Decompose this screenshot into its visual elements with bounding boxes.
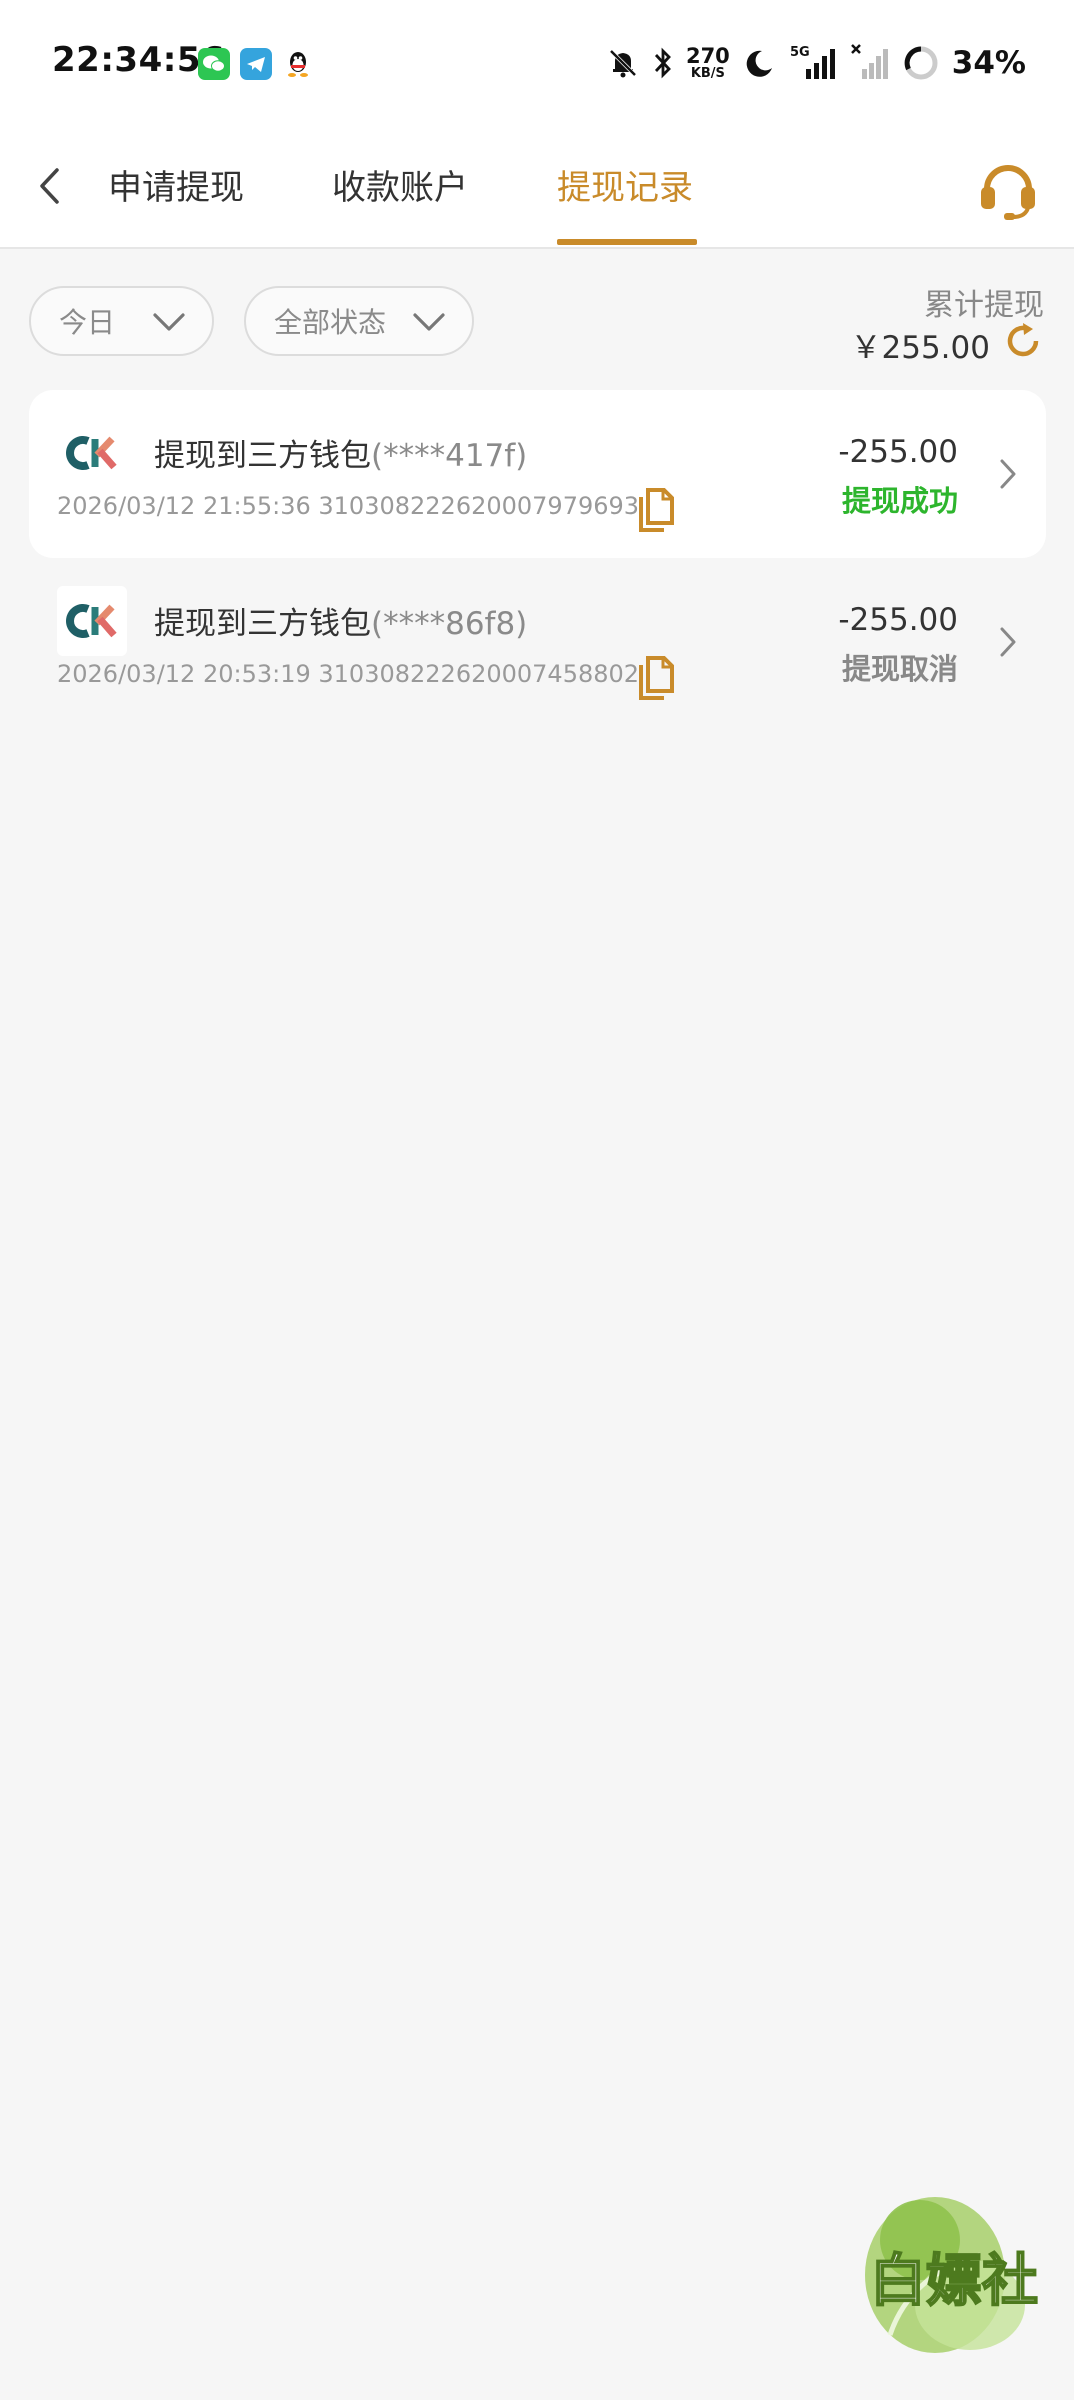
battery-ring-icon — [902, 43, 940, 83]
record-status: 提现成功 — [841, 484, 958, 518]
network-speed-value: 270 — [685, 44, 730, 68]
signal-no-service-icon — [850, 43, 890, 83]
copy-icon — [639, 656, 674, 700]
copy-order-button[interactable] — [635, 486, 677, 534]
withdraw-record-item[interactable]: 提现到三方钱包(****86f8) 2026/03/12 20:53:19 31… — [29, 558, 1046, 726]
chevron-left-icon — [40, 168, 59, 204]
record-title: 提现到三方钱包(****86f8) — [154, 598, 527, 643]
status-filter-dropdown[interactable]: 全部状态 — [244, 286, 474, 356]
status-filter-value: 全部状态 — [274, 306, 387, 339]
wallet-logo-icon — [57, 586, 127, 656]
chevron-right-icon — [994, 624, 1022, 660]
wallet-logo-icon — [57, 418, 127, 488]
date-filter-dropdown[interactable]: 今日 — [29, 286, 214, 356]
moon-icon — [742, 43, 776, 83]
withdraw-record-item[interactable]: 提现到三方钱包(****417f) 2026/03/12 21:55:36 31… — [29, 390, 1046, 558]
record-datetime: 2026/03/12 20:53:19 — [57, 660, 311, 688]
network-type-label: 5G — [790, 45, 810, 60]
status-icons: 270 KB/S 5G 34% — [606, 38, 1026, 88]
signal-icon: 5G — [788, 43, 838, 83]
customer-service-button[interactable] — [972, 152, 1044, 224]
copy-order-button[interactable] — [635, 654, 677, 702]
network-speed-unit: KB/S — [690, 66, 725, 81]
record-account-mask: (****86f8) — [371, 606, 528, 642]
record-order-no: 310308222620007458802 — [318, 660, 640, 688]
mute-bell-icon — [606, 43, 640, 83]
record-account-mask: (****417f) — [371, 438, 528, 474]
record-title-text: 提现到三方钱包 — [154, 606, 371, 642]
wechat-icon — [198, 48, 230, 80]
bluetooth-icon — [652, 43, 674, 83]
chevron-down-icon — [413, 313, 445, 331]
network-speed: 270 KB/S — [686, 43, 730, 83]
total-withdrawn-label: 累计提现 — [924, 288, 1044, 323]
total-withdrawn-amount: ￥255.00 — [850, 330, 990, 366]
record-datetime: 2026/03/12 21:55:36 — [57, 492, 311, 520]
headset-icon — [981, 165, 1035, 220]
refresh-button[interactable] — [1002, 320, 1044, 362]
record-title-text: 提现到三方钱包 — [154, 438, 371, 474]
record-meta: 2026/03/12 21:55:36 31030822262000797969… — [57, 492, 639, 520]
record-meta: 2026/03/12 20:53:19 31030822262000745880… — [57, 660, 639, 688]
chevron-right-icon — [994, 456, 1022, 492]
battery-percentage: 34% — [951, 45, 1026, 81]
record-amount: -255.00 — [838, 434, 958, 470]
watermark-logo: 白嫖社 — [850, 2185, 1070, 2365]
chevron-down-icon — [153, 313, 185, 331]
active-tab-indicator — [557, 239, 697, 245]
record-order-no: 310308222620007979693 — [318, 492, 640, 520]
tab-withdraw-records[interactable]: 提现记录 — [557, 160, 693, 209]
record-amount: -255.00 — [838, 602, 958, 638]
telegram-icon — [240, 48, 272, 80]
back-button[interactable] — [20, 156, 80, 216]
record-title: 提现到三方钱包(****417f) — [154, 430, 527, 475]
status-bar: 22:34:56 270 KB/S 5G 34% — [0, 0, 1074, 124]
copy-icon — [639, 488, 674, 532]
record-status: 提现取消 — [841, 652, 958, 686]
tab-receiving-accounts[interactable]: 收款账户 — [332, 160, 468, 209]
tab-apply-withdraw[interactable]: 申请提现 — [108, 160, 244, 209]
top-tab-bar: 申请提现 收款账户 提现记录 — [0, 124, 1074, 249]
watermark-text: 白嫖社 — [870, 2248, 1038, 2314]
date-filter-value: 今日 — [59, 306, 116, 339]
qq-icon — [282, 48, 314, 80]
refresh-icon — [1007, 323, 1039, 357]
